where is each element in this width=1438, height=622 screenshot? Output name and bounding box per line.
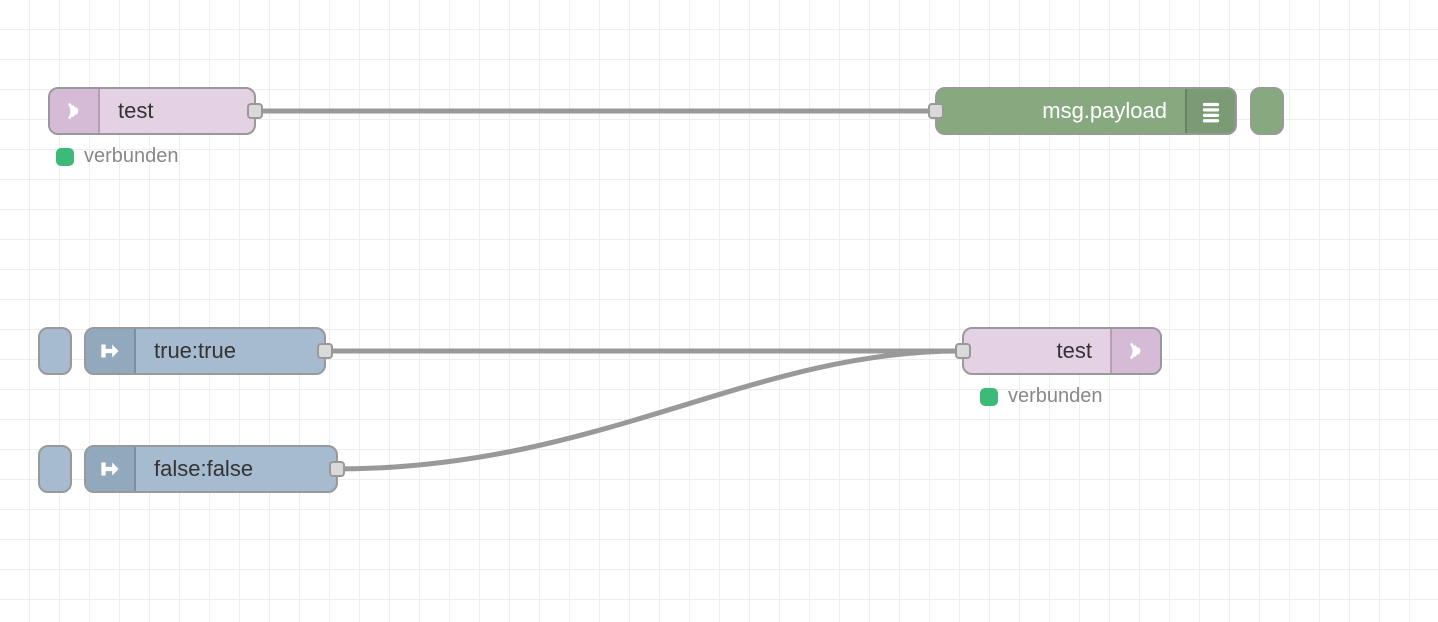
input-port[interactable] [955,343,971,359]
inject-arrow-icon [86,447,136,491]
input-port[interactable] [928,103,944,119]
node-mqtt-in[interactable]: test [48,87,256,135]
node-label: test [100,89,254,133]
inject-false-trigger-button[interactable] [38,445,72,493]
node-label: false:false [136,447,336,491]
node-mqtt-in-status: verbunden [56,145,179,168]
node-mqtt-out-status: verbunden [980,385,1103,408]
inject-true-trigger-button[interactable] [38,327,72,375]
status-text: verbunden [1008,385,1103,408]
status-text: verbunden [84,145,179,168]
node-inject-true[interactable]: true:true [84,327,326,375]
output-port[interactable] [317,343,333,359]
node-label: true:true [136,329,324,373]
status-dot-icon [56,148,74,166]
node-mqtt-out[interactable]: test [962,327,1162,375]
output-port[interactable] [247,103,263,119]
node-inject-false[interactable]: false:false [84,445,338,493]
debug-toggle-button[interactable] [1250,87,1284,135]
inject-arrow-icon [86,329,136,373]
debug-lines-icon [1185,89,1235,133]
output-port[interactable] [329,461,345,477]
wire-inject-false-to-mqtt-out[interactable] [336,351,960,469]
signal-icon [1110,329,1160,373]
flow-canvas[interactable]: test verbunden msg.payload true:true [0,0,1438,622]
status-dot-icon [980,388,998,406]
node-debug[interactable]: msg.payload [935,87,1237,135]
node-label: msg.payload [937,89,1185,133]
signal-icon [50,89,100,133]
node-label: test [964,329,1110,373]
